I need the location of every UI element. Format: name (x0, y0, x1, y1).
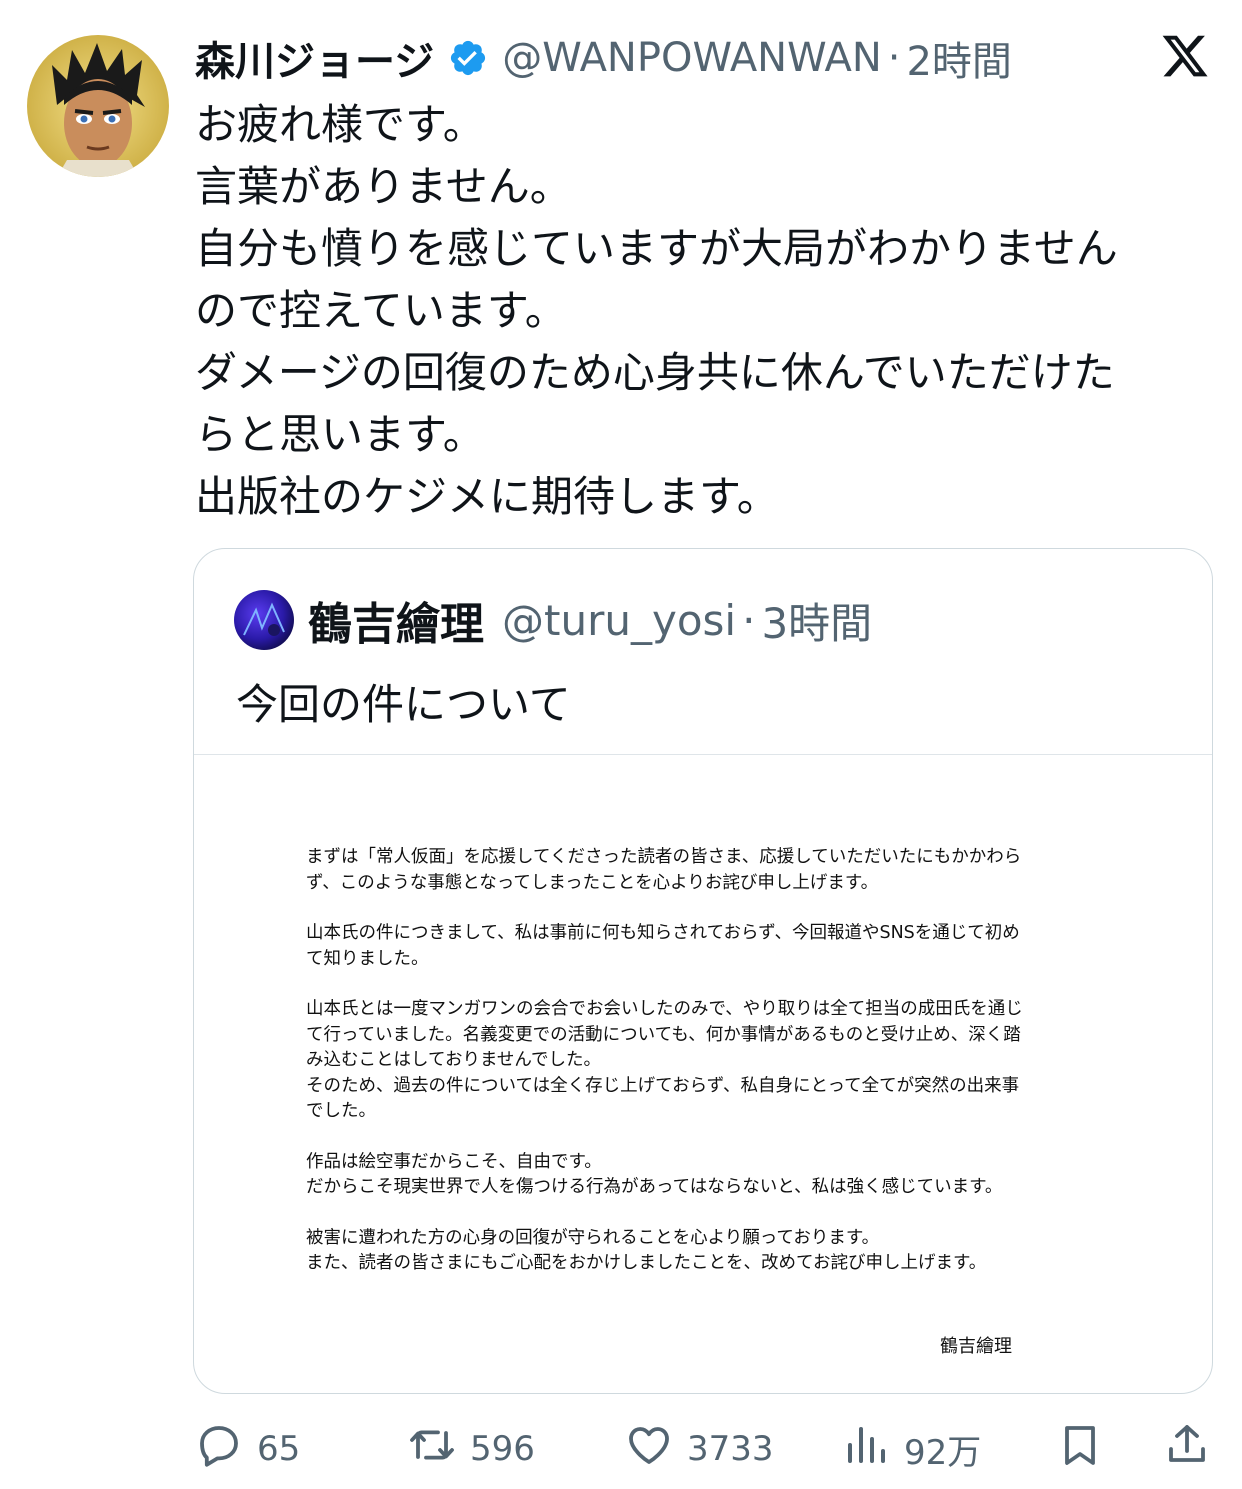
document-line: でした。 (306, 1101, 376, 1121)
reply-count: 65 (257, 1429, 301, 1469)
retweet-icon (408, 1421, 456, 1478)
quoted-author-handle[interactable]: @turu_yosi (502, 596, 736, 645)
tweet-header: 森川ジョージ @WANPOWANWAN · 2時間 (195, 30, 1012, 86)
share-button[interactable] (1163, 1418, 1211, 1480)
document-line: まずは「常人仮面」を応援してくださった読者の皆さま、応援していただいたにもかかわ… (306, 847, 1022, 867)
tweet-line: ダメージの回復のため心身共に休んでいただけた (195, 348, 1115, 397)
quoted-document-image[interactable]: まずは「常人仮面」を応援してくださった読者の皆さま、応援していただいたにもかかわ… (306, 845, 1106, 1302)
separator-dot: · (742, 595, 756, 645)
document-line: 山本氏とは一度マンガワンの会合でお会いしたのみで、やり取りは全て担当の成田氏を通… (306, 999, 1023, 1019)
tweet-line: 出版社のケジメに期待します。 (195, 472, 779, 521)
document-line: また、読者の皆さまにもご心配をおかけしましたことを、改めてお詫び申し上げます。 (306, 1253, 987, 1273)
author-name[interactable]: 森川ジョージ (195, 29, 434, 87)
document-paragraph: 山本氏の件につきまして、私は事前に何も知らされておらず、今回報道やSNSを通じて… (306, 921, 1106, 972)
tweet-line: 自分も憤りを感じていますが大局がわかりません (195, 224, 1118, 273)
document-signature: 鶴吉繪理 (940, 1336, 1012, 1357)
document-paragraph: 山本氏とは一度マンガワンの会合でお会いしたのみで、やり取りは全て担当の成田氏を通… (306, 997, 1106, 1125)
tweet-text: お疲れ様です。 言葉がありません。 自分も憤りを感じていますが大局がわかりません… (195, 94, 1205, 528)
separator-dot: · (887, 35, 901, 81)
reply-icon (195, 1421, 243, 1478)
quoted-tweet-time[interactable]: 3時間 (761, 590, 872, 651)
document-paragraph: 被害に遭われた方の心身の回復が守られることを心より願っております。 また、読者の… (306, 1226, 1106, 1277)
document-line: て行っていました。名義変更での活動についても、何か事情があるものと受け止め、深く… (306, 1024, 1021, 1045)
like-button[interactable]: 3733 (625, 1418, 774, 1480)
document-paragraph: 作品は絵空事だからこそ、自由です。 だからこそ現実世界で人を傷つける行為があって… (306, 1150, 1106, 1201)
reply-button[interactable]: 65 (195, 1418, 300, 1480)
quoted-tweet-header: 鶴吉繪理 @turu_yosi · 3時間 (234, 589, 872, 651)
tweet-line: ので控えています。 (195, 286, 567, 335)
retweet-count: 596 (470, 1429, 535, 1469)
tweet-line: らと思います。 (195, 410, 485, 459)
retweet-button[interactable]: 596 (408, 1418, 535, 1480)
author-handle[interactable]: @WANPOWANWAN (502, 35, 882, 81)
divider (194, 754, 1212, 755)
views-button[interactable]: 92万 (842, 1418, 981, 1480)
views-icon (842, 1421, 890, 1478)
tweet-line: 言葉がありません。 (195, 162, 572, 211)
tweet-line: お疲れ様です。 (195, 100, 485, 149)
verified-badge-icon (448, 38, 488, 78)
document-line: 被害に遭われた方の心身の回復が守られることを心より願っております。 (306, 1227, 880, 1248)
document-line: ず、このような事態となってしまったことを心よりお詫び申し上げます。 (306, 872, 879, 893)
x-logo-icon (1160, 31, 1210, 81)
bookmark-button[interactable] (1056, 1418, 1104, 1480)
quoted-author-avatar[interactable] (234, 590, 294, 650)
tweet-time[interactable]: 2時間 (906, 29, 1011, 87)
document-paragraph: まずは「常人仮面」を応援してくださった読者の皆さま、応援していただいたにもかかわ… (306, 845, 1106, 896)
bookmark-icon (1056, 1421, 1104, 1478)
document-line: 作品は絵空事だからこそ、自由です。 (306, 1151, 602, 1172)
document-line: そのため、過去の件については全く存じ上げておらず、私自身にとって全てが突然の出来… (306, 1075, 1020, 1096)
author-avatar[interactable] (27, 35, 169, 177)
like-count: 3733 (687, 1429, 774, 1469)
heart-icon (625, 1421, 673, 1478)
share-icon (1163, 1421, 1211, 1478)
views-count: 92万 (904, 1432, 982, 1473)
tweet-action-bar: 65 596 3733 92万 (0, 1418, 1242, 1480)
document-line: み込むことはしておりませんでした。 (306, 1050, 602, 1070)
document-line: 山本氏の件につきまして、私は事前に何も知らされておらず、今回報道やSNSを通じて… (306, 923, 1020, 943)
document-line: て知りました。 (306, 948, 429, 969)
quoted-tweet-card[interactable]: 鶴吉繪理 @turu_yosi · 3時間 今回の件について まずは「常人仮面」… (193, 548, 1213, 1394)
quoted-tweet-text: 今回の件について (236, 680, 571, 729)
document-line: だからこそ現実世界で人を傷つける行為があってはならないと、私は強く感じています。 (306, 1177, 1003, 1197)
quoted-author-name[interactable]: 鶴吉繪理 (308, 588, 484, 652)
